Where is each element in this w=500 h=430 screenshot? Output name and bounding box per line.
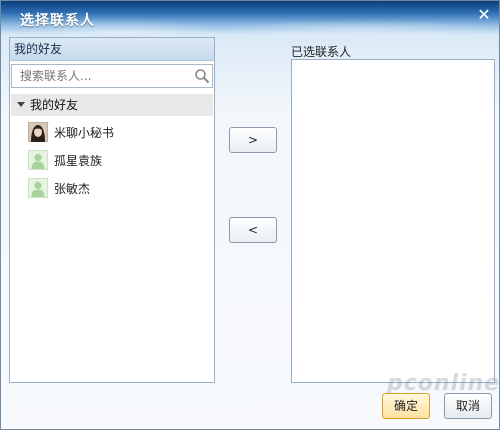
title-bar: 选择联系人 ✕ bbox=[1, 1, 499, 35]
search-box[interactable] bbox=[11, 64, 213, 88]
friend-item[interactable]: 孤星袁族 bbox=[28, 148, 208, 172]
dialog-title: 选择联系人 bbox=[20, 13, 95, 29]
selected-contacts-label: 已选联系人 bbox=[291, 45, 352, 59]
remove-selected-button[interactable]: < bbox=[229, 217, 277, 243]
search-icon[interactable] bbox=[194, 68, 210, 84]
photo-avatar-icon bbox=[28, 122, 48, 142]
close-icon[interactable]: ✕ bbox=[475, 6, 493, 24]
friend-item[interactable]: 米聊小秘书 bbox=[28, 120, 208, 144]
group-label: 我的好友 bbox=[30, 98, 79, 112]
select-contacts-dialog: 选择联系人 ✕ 我的好友 我的好友 米聊小秘书 bbox=[0, 0, 500, 430]
default-avatar-icon bbox=[28, 178, 48, 198]
friends-panel: 我的好友 我的好友 米聊小秘书 bbox=[9, 37, 215, 383]
add-selected-button[interactable]: > bbox=[229, 127, 277, 153]
friends-panel-header: 我的好友 bbox=[10, 38, 214, 61]
friend-item[interactable]: 张敏杰 bbox=[28, 176, 208, 200]
cancel-button[interactable]: 取消 bbox=[444, 393, 492, 419]
friend-name: 孤星袁族 bbox=[54, 154, 103, 168]
search-input[interactable] bbox=[12, 65, 188, 87]
ok-button[interactable]: 确定 bbox=[382, 393, 430, 419]
friend-group-my-friends[interactable]: 我的好友 bbox=[11, 94, 213, 116]
expand-arrow-icon[interactable] bbox=[17, 102, 25, 107]
selected-contacts-list[interactable] bbox=[291, 59, 495, 383]
friend-name: 米聊小秘书 bbox=[54, 126, 115, 140]
friend-name: 张敏杰 bbox=[54, 182, 91, 196]
default-avatar-icon bbox=[28, 150, 48, 170]
